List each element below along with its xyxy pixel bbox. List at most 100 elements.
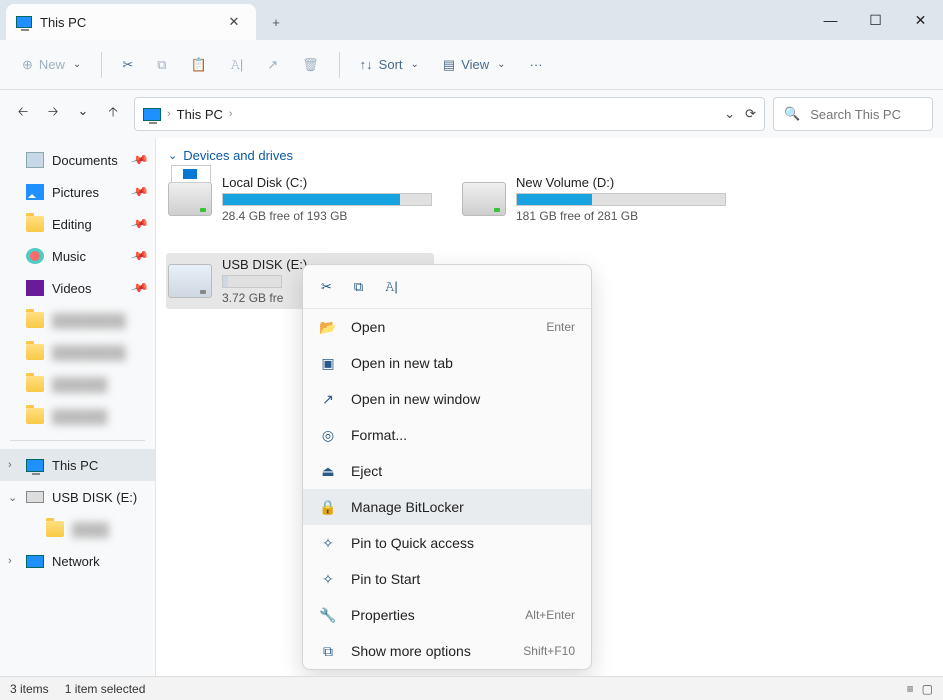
search-box[interactable]: 🔍 [773, 97, 933, 131]
sidebar-label: ██████ [52, 377, 107, 392]
sidebar-item-hidden[interactable]: ██████ [0, 368, 155, 400]
more-icon: ⧉ [319, 642, 337, 660]
details-view-icon[interactable]: ≡ [907, 682, 914, 696]
sidebar-label: Videos [52, 281, 92, 296]
search-input[interactable] [808, 106, 943, 123]
folder-icon [26, 312, 44, 328]
folder-icon [46, 521, 64, 537]
ctx-label: Open in new window [351, 391, 480, 407]
toolbar: ⊕ New ⌄ ✂ ⧉ 📋 𝙰| ↗ 🗑 ↑↓ Sort ⌄ ▤ View ⌄ … [0, 40, 943, 90]
view-button[interactable]: ▤ View ⌄ [433, 48, 516, 82]
shortcut-text: Alt+Enter [525, 608, 575, 622]
maximize-button[interactable]: ☐ [853, 0, 898, 40]
new-button[interactable]: ⊕ New ⌄ [12, 48, 91, 82]
this-pc-icon [143, 108, 161, 121]
sidebar-item-hidden[interactable]: ██████ [0, 400, 155, 432]
sidebar-item-hidden[interactable]: ████████ [0, 336, 155, 368]
chevron-down-icon: ⌄ [411, 59, 419, 70]
usb-icon [26, 491, 44, 503]
share-icon: ↗ [267, 57, 278, 73]
sidebar-item-network[interactable]: ›Network [0, 545, 155, 577]
copy-button[interactable]: ⧉ [147, 48, 176, 82]
ctx-format[interactable]: ◎Format... [303, 417, 591, 453]
ctx-label: Pin to Start [351, 571, 420, 587]
breadcrumb[interactable]: › This PC › ⌄ ⟳ [134, 97, 765, 131]
status-item-count: 3 items [10, 682, 49, 696]
ctx-label: Open [351, 319, 385, 335]
forward-button[interactable]: 🡢 [44, 103, 62, 125]
ctx-label: Pin to Quick access [351, 535, 474, 551]
new-label: New [39, 57, 65, 72]
sidebar-item-usb-disk[interactable]: ⌄USB DISK (E:) [0, 481, 155, 513]
breadcrumb-sep: › [167, 108, 171, 120]
rename-button[interactable]: 𝙰| [221, 48, 254, 82]
divider [339, 52, 340, 78]
new-window-icon: ↗ [319, 390, 337, 408]
lock-icon: 🔒 [319, 498, 337, 516]
cut-icon[interactable]: ✂ [321, 279, 332, 295]
title-bar: This PC ✕ + — ☐ ✕ [0, 0, 943, 40]
window-controls: — ☐ ✕ [808, 0, 943, 40]
more-button[interactable]: ··· [520, 48, 553, 82]
pin-icon: 📌 [130, 182, 150, 202]
folder-icon [26, 344, 44, 360]
cut-button[interactable]: ✂ [112, 48, 143, 82]
tab-this-pc[interactable]: This PC ✕ [6, 4, 256, 40]
ctx-open-new-tab[interactable]: ▣Open in new tab [303, 345, 591, 381]
new-tab-button[interactable]: + [256, 4, 296, 40]
ctx-eject[interactable]: ⏏Eject [303, 453, 591, 489]
ctx-pin-start[interactable]: ✧Pin to Start [303, 561, 591, 597]
history-chevron-icon[interactable]: ⌄ [724, 106, 735, 122]
storage-bar [222, 193, 432, 206]
videos-icon [26, 280, 44, 296]
large-icons-view-icon[interactable]: ▢ [922, 682, 933, 696]
paste-icon: 📋 [191, 57, 207, 73]
sidebar-item-videos[interactable]: Videos📌 [0, 272, 155, 304]
ctx-open[interactable]: 📂OpenEnter [303, 309, 591, 345]
close-tab-icon[interactable]: ✕ [222, 14, 246, 30]
back-button[interactable]: 🡠 [14, 103, 32, 125]
sidebar-item-hidden[interactable]: ████████ [0, 304, 155, 336]
chevron-right-icon[interactable]: › [8, 459, 12, 471]
tab-icon: ▣ [319, 354, 337, 372]
sidebar-label: ████████ [52, 345, 126, 360]
ctx-properties[interactable]: 🔧PropertiesAlt+Enter [303, 597, 591, 633]
recent-button[interactable]: ⌄ [74, 103, 92, 125]
delete-button[interactable]: 🗑 [292, 48, 329, 82]
folder-icon [26, 216, 44, 232]
ctx-pin-quick-access[interactable]: ✧Pin to Quick access [303, 525, 591, 561]
sidebar-item-this-pc[interactable]: ›This PC [0, 449, 155, 481]
rename-icon[interactable]: 𝙰| [385, 279, 398, 295]
sidebar-item-documents[interactable]: Documents📌 [0, 144, 155, 176]
context-menu: ✂ ⧉ 𝙰| 📂OpenEnter ▣Open in new tab ↗ Open… [302, 264, 592, 670]
paste-button[interactable]: 📋 [181, 48, 217, 82]
sidebar-item-usb-child[interactable]: ████ [0, 513, 155, 545]
ctx-show-more-options[interactable]: ⧉Show more optionsShift+F10 [303, 633, 591, 669]
close-window-button[interactable]: ✕ [898, 0, 943, 40]
sidebar-item-editing[interactable]: Editing📌 [0, 208, 155, 240]
chevron-right-icon[interactable]: › [8, 555, 12, 567]
up-button[interactable]: 🡡 [104, 103, 122, 125]
sort-button[interactable]: ↑↓ Sort ⌄ [350, 48, 429, 82]
minimize-button[interactable]: — [808, 0, 853, 40]
drive-local-c[interactable]: Local Disk (C:) 28.4 GB free of 193 GB [166, 171, 434, 227]
refresh-button[interactable]: ⟳ [745, 106, 756, 122]
breadcrumb-this-pc[interactable]: This PC [177, 107, 223, 122]
group-header-devices[interactable]: ⌄ Devices and drives [166, 144, 933, 171]
copy-icon[interactable]: ⧉ [354, 279, 363, 295]
sort-label: Sort [379, 57, 403, 72]
group-label: Devices and drives [183, 148, 293, 163]
ctx-open-new-window[interactable]: ↗ Open in new window [303, 381, 591, 417]
view-icon: ▤ [443, 57, 455, 73]
ctx-label: Properties [351, 607, 415, 623]
sidebar-item-music[interactable]: Music📌 [0, 240, 155, 272]
share-button[interactable]: ↗ [257, 48, 288, 82]
navigation-pane: Documents📌 Pictures📌 Editing📌 Music📌 Vid… [0, 138, 155, 678]
nav-arrows: 🡠 🡢 ⌄ 🡡 [10, 103, 126, 125]
sort-icon: ↑↓ [360, 57, 373, 72]
sidebar-item-pictures[interactable]: Pictures📌 [0, 176, 155, 208]
pictures-icon [26, 184, 44, 200]
ctx-manage-bitlocker[interactable]: 🔒Manage BitLocker [303, 489, 591, 525]
drive-new-volume-d[interactable]: New Volume (D:) 181 GB free of 281 GB [460, 171, 728, 227]
chevron-down-icon[interactable]: ⌄ [8, 491, 17, 504]
